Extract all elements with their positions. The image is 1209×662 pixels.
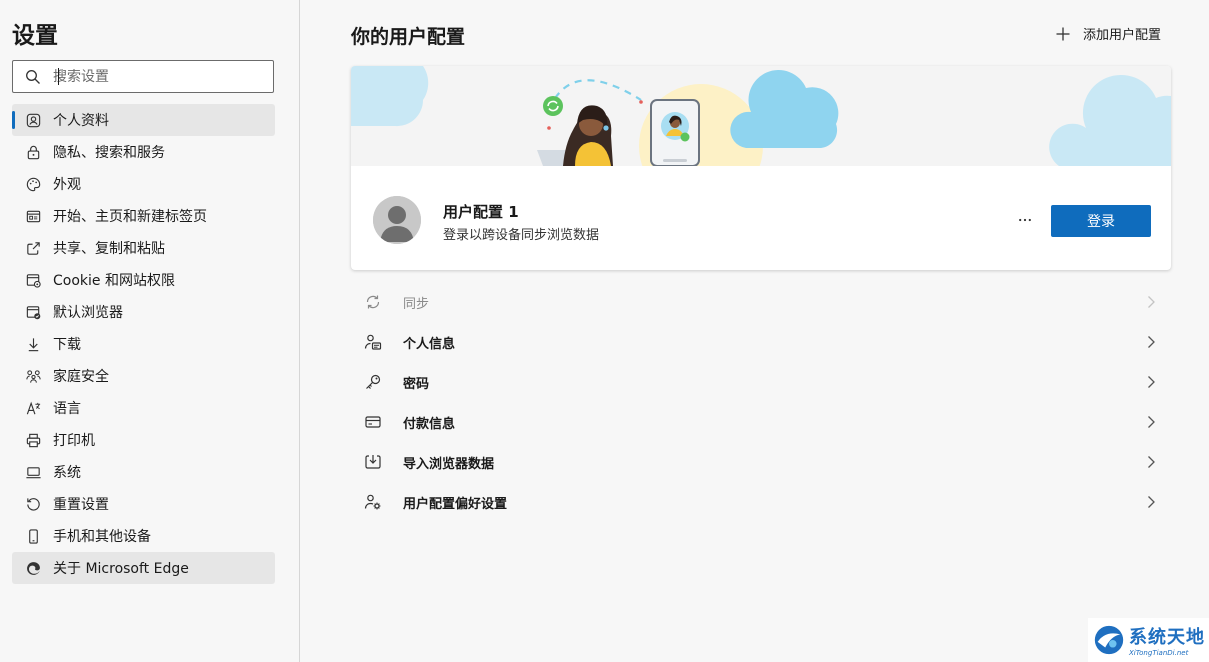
page-title: 你的用户配置 [351, 22, 465, 49]
default-browser-icon [24, 303, 42, 321]
list-item-profile-preferences[interactable]: 用户配置偏好设置 [351, 482, 1171, 522]
watermark-text: 系统天地 XiTongTianDi.net [1129, 623, 1205, 657]
chevron-right-icon [1143, 414, 1159, 430]
personal-info-icon [363, 332, 383, 352]
printer-icon [24, 431, 42, 449]
sidebar-item-label: 开始、主页和新建标签页 [53, 206, 207, 226]
site-permissions-icon [24, 271, 42, 289]
sidebar-item-profile[interactable]: 个人资料 [12, 104, 275, 136]
more-options-button[interactable] [1015, 210, 1035, 230]
text-caret [58, 68, 59, 85]
lock-icon [24, 143, 42, 161]
list-item-personal-info[interactable]: 个人信息 [351, 322, 1171, 362]
share-icon [24, 239, 42, 257]
list-item-label: 付款信息 [403, 413, 455, 432]
profile-name: 用户配置 1 [443, 201, 519, 222]
import-icon [363, 452, 383, 472]
watermark-url: XiTongTianDi.net [1129, 649, 1205, 657]
sidebar-item-label: 默认浏览器 [53, 302, 123, 322]
list-item-passwords[interactable]: 密码 [351, 362, 1171, 402]
list-item-label: 个人信息 [403, 333, 455, 352]
sidebar-item-cookies[interactable]: Cookie 和网站权限 [12, 264, 275, 296]
sidebar-item-start-home[interactable]: 开始、主页和新建标签页 [12, 200, 275, 232]
sidebar-item-label: 个人资料 [53, 110, 109, 130]
sidebar-item-label: 下载 [53, 334, 81, 354]
chevron-right-icon [1143, 334, 1159, 350]
more-icon [1017, 212, 1033, 228]
chevron-right-icon [1143, 294, 1159, 310]
sidebar-item-label: 关于 Microsoft Edge [53, 558, 189, 578]
list-item-sync[interactable]: 同步 [351, 282, 1171, 322]
default-user-icon [373, 196, 421, 244]
list-item-label: 导入浏览器数据 [403, 453, 494, 472]
search-input[interactable] [53, 69, 253, 85]
profile-card: 用户配置 1 登录以跨设备同步浏览数据 登录 [351, 66, 1171, 270]
site-watermark: 系统天地 XiTongTianDi.net [1088, 618, 1209, 662]
sidebar-item-label: 共享、复制和粘贴 [53, 238, 165, 258]
profile-settings-list: 同步 个人信息 密码 付款信息 导入浏览器数据 用户配置偏好设置 [351, 282, 1171, 522]
chevron-right-icon [1143, 494, 1159, 510]
list-item-import-data[interactable]: 导入浏览器数据 [351, 442, 1171, 482]
chevron-right-icon [1143, 374, 1159, 390]
sidebar-item-about-edge[interactable]: 关于 Microsoft Edge [12, 552, 275, 584]
avatar [373, 196, 421, 244]
sidebar-item-share-copy[interactable]: 共享、复制和粘贴 [12, 232, 275, 264]
family-icon [24, 367, 42, 385]
sidebar-title: 设置 [12, 16, 58, 50]
sidebar-item-label: Cookie 和网站权限 [53, 270, 175, 290]
list-item-payment-info[interactable]: 付款信息 [351, 402, 1171, 442]
settings-sidebar: 设置 个人资料 隐私、搜索和服务 外观 开始、主页和新建标签页 共享、复制和粘贴 [0, 0, 300, 662]
sidebar-item-label: 手机和其他设备 [53, 526, 151, 546]
sidebar-item-label: 外观 [53, 174, 81, 194]
plus-icon [1055, 26, 1071, 42]
sidebar-item-appearance[interactable]: 外观 [12, 168, 275, 200]
palette-icon [24, 175, 42, 193]
settings-nav: 个人资料 隐私、搜索和服务 外观 开始、主页和新建标签页 共享、复制和粘贴 Co… [12, 104, 275, 584]
list-item-label: 同步 [403, 293, 429, 312]
sidebar-item-printers[interactable]: 打印机 [12, 424, 275, 456]
search-icon [25, 69, 41, 85]
list-item-label: 用户配置偏好设置 [403, 493, 507, 512]
sidebar-item-label: 打印机 [53, 430, 95, 450]
chevron-right-icon [1143, 454, 1159, 470]
profile-icon [24, 111, 42, 129]
watermark-title: 系统天地 [1129, 623, 1205, 649]
search-box[interactable] [12, 60, 274, 93]
language-icon [24, 399, 42, 417]
sidebar-item-privacy[interactable]: 隐私、搜索和服务 [12, 136, 275, 168]
sidebar-item-label: 重置设置 [53, 494, 109, 514]
home-tabs-icon [24, 207, 42, 225]
add-profile-label: 添加用户配置 [1083, 24, 1161, 43]
key-icon [363, 372, 383, 392]
profile-subtitle: 登录以跨设备同步浏览数据 [443, 224, 599, 243]
download-icon [24, 335, 42, 353]
sidebar-item-label: 语言 [53, 398, 81, 418]
sync-illustration [351, 66, 1171, 166]
credit-card-icon [363, 412, 383, 432]
main-content: 你的用户配置 添加用户配置 [301, 0, 1209, 662]
profile-settings-icon [363, 492, 383, 512]
add-profile-button[interactable]: 添加用户配置 [1055, 24, 1161, 43]
sign-in-button[interactable]: 登录 [1051, 205, 1151, 237]
sidebar-item-reset[interactable]: 重置设置 [12, 488, 275, 520]
profile-row: 用户配置 1 登录以跨设备同步浏览数据 登录 [351, 166, 1171, 270]
sidebar-item-label: 家庭安全 [53, 366, 109, 386]
edge-logo-icon [24, 559, 42, 577]
system-icon [24, 463, 42, 481]
sidebar-item-downloads[interactable]: 下载 [12, 328, 275, 360]
sidebar-item-languages[interactable]: 语言 [12, 392, 275, 424]
phone-icon [24, 527, 42, 545]
watermark-logo-icon [1092, 623, 1126, 657]
sidebar-item-default-browser[interactable]: 默认浏览器 [12, 296, 275, 328]
sidebar-item-family[interactable]: 家庭安全 [12, 360, 275, 392]
profile-banner-illustration [351, 66, 1171, 166]
sidebar-item-label: 隐私、搜索和服务 [53, 142, 165, 162]
sidebar-item-system[interactable]: 系统 [12, 456, 275, 488]
sidebar-item-label: 系统 [53, 462, 81, 482]
list-item-label: 密码 [403, 373, 429, 392]
sync-icon [363, 292, 383, 312]
reset-icon [24, 495, 42, 513]
sidebar-item-phone-devices[interactable]: 手机和其他设备 [12, 520, 275, 552]
